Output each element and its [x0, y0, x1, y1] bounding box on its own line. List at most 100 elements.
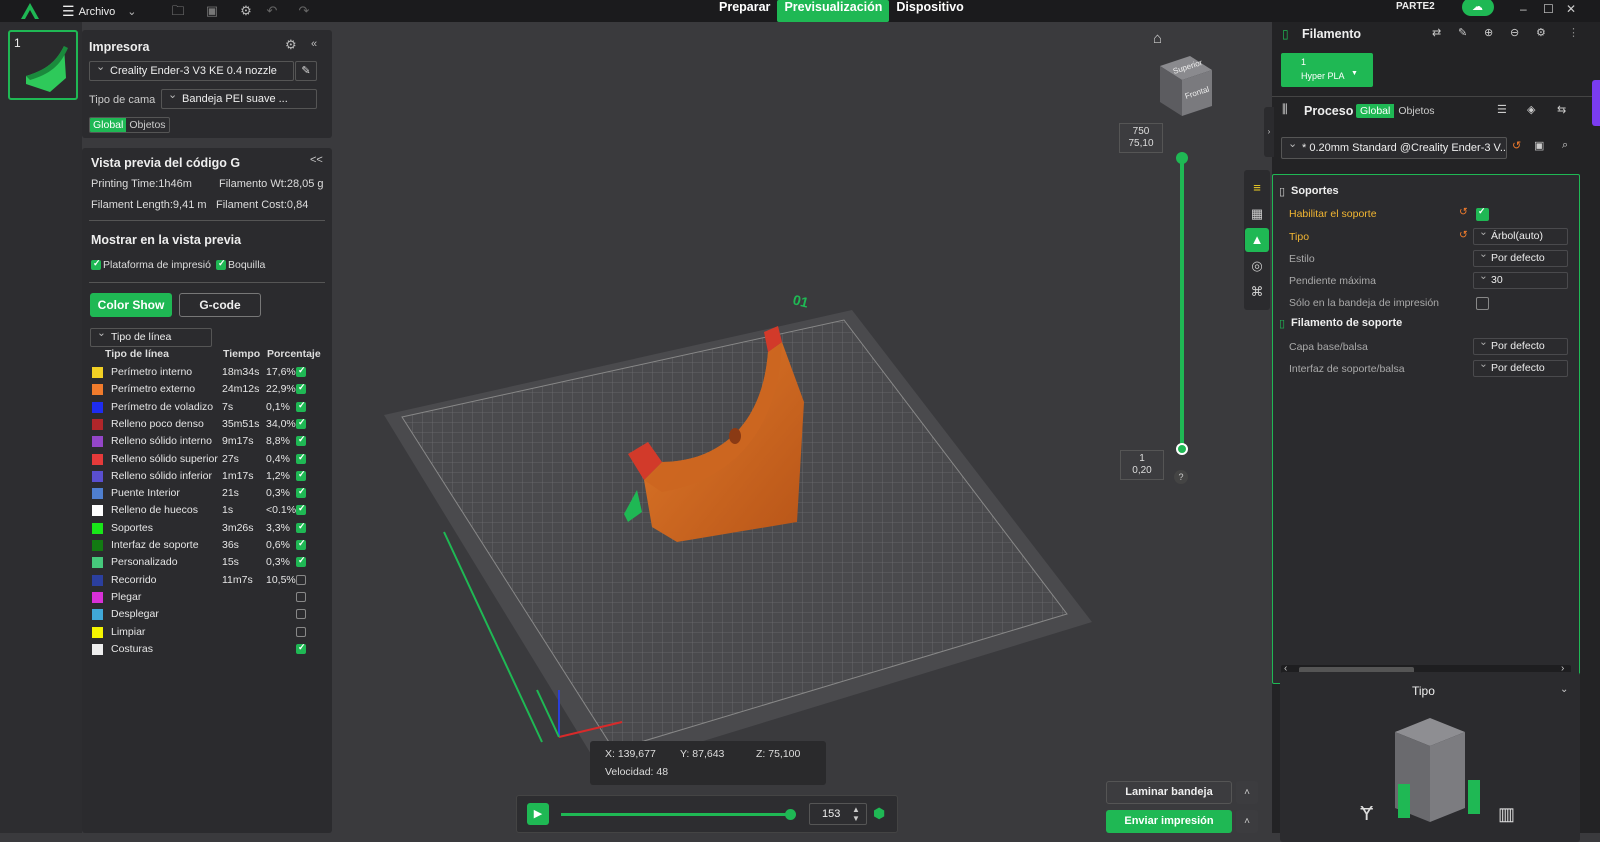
- gcode-collapse-button[interactable]: <<: [310, 154, 323, 166]
- filament-slot[interactable]: 1 Hyper PLA ▼: [1281, 53, 1373, 87]
- add-filament-icon[interactable]: ⊕: [1484, 26, 1493, 39]
- legend-checkbox[interactable]: [296, 521, 306, 533]
- layer-tool-icon[interactable]: ≡: [1245, 176, 1269, 200]
- legend-checkbox[interactable]: [296, 417, 306, 429]
- layer-view-icon[interactable]: ⬢: [873, 805, 885, 822]
- filament-sync-icon[interactable]: ⇄: [1432, 26, 1441, 39]
- process-swap-icon[interactable]: ⇆: [1557, 103, 1566, 116]
- filament-brush-icon[interactable]: ✎: [1458, 26, 1467, 39]
- 3d-viewport[interactable]: 01: [332, 22, 1252, 833]
- scope-objects[interactable]: Objetos: [126, 118, 168, 132]
- process-scope-global[interactable]: Global: [1356, 104, 1395, 118]
- chevron-down-icon[interactable]: ⌄: [127, 5, 136, 18]
- open-folder-icon[interactable]: 🗀: [170, 3, 186, 19]
- playback-stepper[interactable]: 153 ▲ ▼: [809, 803, 867, 825]
- support-style-select[interactable]: Por defecto: [1473, 247, 1568, 267]
- support-type-row: Tipo ↺ Árbol(auto): [1289, 225, 1584, 247]
- process-list-icon[interactable]: ☰: [1497, 103, 1507, 116]
- slice-expand-icon[interactable]: ˄: [1236, 781, 1258, 804]
- layer-range-slider[interactable]: [1180, 157, 1184, 449]
- reset-icon[interactable]: ↺: [1512, 139, 1521, 152]
- legend-checkbox[interactable]: [296, 486, 306, 499]
- undo-icon[interactable]: ↶: [264, 3, 280, 19]
- tab-preview[interactable]: Previsualización: [777, 0, 890, 22]
- base-filament-select[interactable]: Por defecto: [1473, 335, 1568, 355]
- support-type-select[interactable]: Árbol(auto): [1473, 225, 1568, 245]
- send-print-button[interactable]: Enviar impresión: [1106, 810, 1232, 833]
- legend-checkbox[interactable]: [296, 400, 306, 412]
- layer-bottom-handle[interactable]: [1176, 443, 1188, 455]
- process-paint-icon[interactable]: ◈: [1527, 103, 1535, 116]
- search-icon[interactable]: ⌕: [1562, 139, 1568, 152]
- playback-handle[interactable]: [785, 809, 797, 820]
- cloud-upload-button[interactable]: ☁: [1462, 0, 1494, 16]
- printer-settings-gear-icon[interactable]: ⚙: [285, 37, 297, 53]
- color-show-button[interactable]: Color Show: [90, 293, 172, 317]
- filament-more-icon[interactable]: ⋮: [1568, 26, 1579, 39]
- reset-icon[interactable]: ↺: [1459, 229, 1468, 241]
- legend-checkbox[interactable]: [296, 555, 306, 568]
- plate-checkbox-label: Plataforma de impresió: [103, 259, 211, 271]
- edit-printer-icon[interactable]: ✎: [295, 61, 317, 81]
- expand-icon[interactable]: ⌄: [1560, 684, 1568, 695]
- collapse-panel-icon[interactable]: «: [311, 38, 317, 50]
- legend-checkbox[interactable]: [296, 591, 306, 602]
- legend-time: 35m51s: [222, 417, 260, 430]
- legend-checkbox[interactable]: [296, 365, 306, 377]
- nozzle-checkbox[interactable]: [216, 258, 226, 270]
- support-paint-icon[interactable]: ▲: [1245, 228, 1269, 252]
- close-icon[interactable]: ✕: [1566, 2, 1576, 16]
- panel-collapse-tab[interactable]: ›: [1264, 107, 1274, 157]
- legend-checkbox[interactable]: [296, 469, 306, 481]
- maximize-icon[interactable]: ☐: [1543, 2, 1554, 16]
- grid-tool-icon[interactable]: ▦: [1245, 202, 1269, 226]
- legend-checkbox[interactable]: [296, 452, 306, 464]
- legend-checkbox[interactable]: [296, 538, 306, 550]
- legend-checkbox[interactable]: [296, 626, 306, 637]
- reset-icon[interactable]: ↺: [1459, 206, 1468, 218]
- printer-select[interactable]: Creality Ender-3 V3 KE 0.4 nozzle: [89, 58, 294, 81]
- line-type-select[interactable]: Tipo de línea: [90, 325, 212, 347]
- gcode-preview-panel: Vista previa del código G << Printing Ti…: [82, 148, 332, 833]
- minimize-icon[interactable]: –: [1520, 2, 1527, 16]
- file-menu-button[interactable]: ☰ Archivo ⌄: [62, 3, 136, 20]
- redo-icon[interactable]: ↷: [296, 3, 312, 19]
- tab-prepare[interactable]: Preparar: [712, 0, 777, 22]
- legend-checkbox[interactable]: [296, 503, 306, 516]
- send-expand-icon[interactable]: ˄: [1236, 810, 1258, 833]
- legend-checkbox[interactable]: [296, 382, 306, 395]
- threshold-angle-input[interactable]: 30: [1473, 269, 1568, 289]
- legend-checkbox[interactable]: [296, 574, 306, 585]
- target-tool-icon[interactable]: ◎: [1245, 254, 1269, 278]
- save-profile-icon[interactable]: ▣: [1534, 139, 1544, 152]
- view-cube[interactable]: Superior Frontal: [1154, 52, 1218, 122]
- enable-support-checkbox[interactable]: [1476, 206, 1489, 221]
- process-profile-select[interactable]: * 0.20mm Standard @Creality Ender-3 V...: [1281, 137, 1507, 159]
- scope-global[interactable]: Global: [90, 118, 127, 132]
- slice-plate-button[interactable]: Laminar bandeja: [1106, 781, 1232, 804]
- save-icon[interactable]: ▣: [204, 3, 220, 19]
- gcode-button[interactable]: G-code: [179, 293, 261, 317]
- plate-thumbnail[interactable]: 1: [8, 30, 78, 100]
- layer-top-handle[interactable]: [1176, 152, 1188, 164]
- support-style-row: Estilo Por defecto: [1289, 247, 1584, 269]
- tab-device[interactable]: Dispositivo: [889, 0, 970, 22]
- legend-checkbox[interactable]: [296, 642, 306, 654]
- project-title: PARTE2: [1396, 1, 1435, 12]
- assemble-tool-icon[interactable]: ⌘: [1245, 280, 1269, 304]
- filament-settings-icon[interactable]: ⚙: [1536, 26, 1546, 39]
- help-button[interactable]: ?: [1174, 470, 1188, 484]
- legend-checkbox[interactable]: [296, 434, 306, 447]
- plate-checkbox[interactable]: [91, 258, 101, 270]
- settings-gear-icon[interactable]: ⚙: [238, 3, 254, 19]
- stepper-arrows-icon[interactable]: ▲ ▼: [852, 805, 860, 823]
- play-button[interactable]: ▶: [527, 803, 549, 825]
- bed-type-select[interactable]: Bandeja PEI suave ...: [161, 86, 317, 109]
- process-scope-objects[interactable]: Objetos: [1394, 104, 1438, 118]
- home-view-icon[interactable]: ⌂: [1153, 30, 1162, 47]
- bed-only-checkbox[interactable]: [1476, 297, 1489, 310]
- legend-checkbox[interactable]: [296, 609, 306, 620]
- legend-swatch: [92, 470, 103, 482]
- interface-filament-select[interactable]: Por defecto: [1473, 357, 1568, 377]
- remove-filament-icon[interactable]: ⊖: [1510, 26, 1519, 39]
